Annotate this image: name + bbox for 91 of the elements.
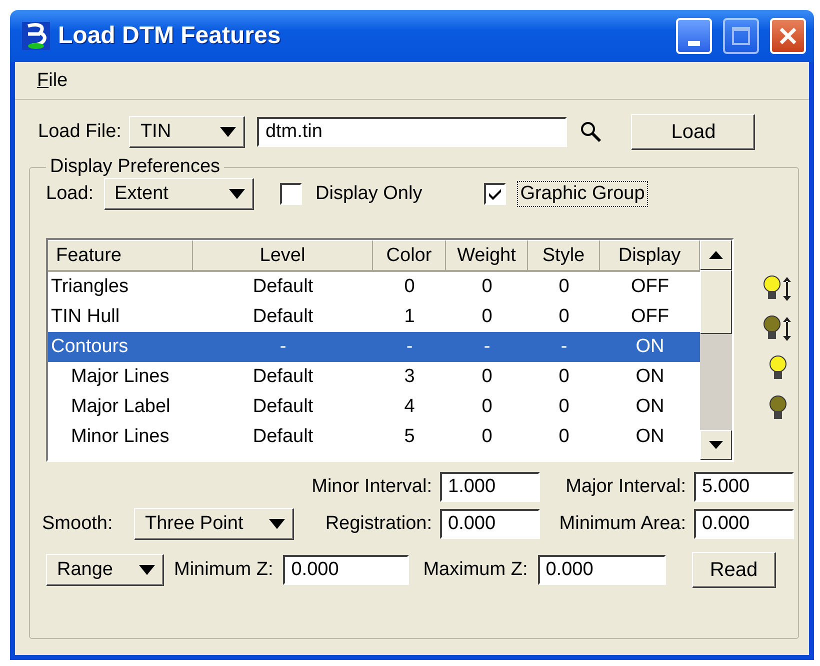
checkbox-label: Graphic Group	[518, 182, 647, 206]
table-cell-text: Default	[252, 276, 314, 298]
window-title: Load DTM Features	[58, 22, 282, 50]
search-icon[interactable]	[579, 120, 604, 144]
load-file-label: Load File:	[38, 121, 122, 143]
table-cell-text: Major Label	[70, 396, 172, 418]
table-cell-text: Default	[252, 396, 314, 418]
table-cell-text: OFF	[630, 306, 670, 328]
maximum-z-field[interactable]: 0.000	[538, 555, 666, 585]
checkmark-icon	[488, 187, 502, 201]
table-cell-text: OFF	[630, 276, 670, 298]
column-header[interactable]: Level	[193, 240, 373, 272]
table-cell-text: ON	[634, 336, 666, 358]
column-header[interactable]: Display	[600, 240, 700, 272]
column-header[interactable]: Weight	[446, 240, 528, 272]
load-label: Load:	[46, 183, 94, 205]
scroll-thumb[interactable]	[700, 270, 732, 334]
minimum-z-field[interactable]: 0.000	[283, 555, 410, 585]
smooth-dropdown[interactable]: Three Point	[134, 508, 294, 540]
table-cell-text: Contours	[50, 336, 130, 358]
table-cell-text: Default	[252, 306, 314, 328]
major-interval-label: Major Interval:	[564, 476, 686, 498]
major-interval-field[interactable]: 5.000	[694, 472, 794, 502]
minor-interval-field[interactable]: 1.000	[440, 472, 540, 502]
minimum-z-label: Minimum Z:	[174, 559, 274, 581]
caret-icon	[228, 189, 245, 199]
maximize-icon	[731, 26, 751, 46]
table-cell-text: -	[482, 336, 492, 358]
table-cell-text: 0	[558, 396, 570, 418]
down-arrow-icon	[709, 441, 723, 449]
table-cell-text: Major Lines	[70, 366, 170, 388]
load-mode-dropdown[interactable]: Extent	[104, 178, 254, 210]
table-cell-text: 0	[558, 426, 570, 448]
column-header[interactable]: Style	[528, 240, 600, 272]
close-button[interactable]	[770, 18, 806, 54]
checkbox-label: Display Only	[314, 182, 424, 206]
registration-field[interactable]: 0.000	[440, 509, 540, 539]
scroll-up-button[interactable]	[700, 240, 732, 270]
table-cell-text: -	[560, 336, 568, 358]
caret-icon	[269, 519, 285, 529]
table-cell-text: -	[405, 336, 414, 358]
table-cell-text: Default	[252, 426, 314, 448]
minimum-area-label: Minimum Area:	[558, 513, 686, 535]
table-cell-text: ON	[634, 396, 666, 418]
table-cell-text: Default	[252, 366, 314, 388]
scroll-down-button[interactable]	[700, 430, 732, 460]
read-button[interactable]: Read	[692, 552, 776, 588]
range-dropdown[interactable]: Range	[46, 554, 164, 586]
menu-item[interactable]: File	[37, 70, 68, 92]
table-cell-text: 0	[558, 366, 570, 388]
registration-label: Registration:	[324, 513, 432, 535]
table-cell-text: 0	[480, 426, 494, 448]
column-header[interactable]: Feature	[48, 240, 193, 272]
table-cell-text: 0	[558, 306, 570, 328]
checkbox[interactable]	[280, 183, 302, 205]
smooth-label: Smooth:	[42, 513, 114, 535]
table-cell-text: 4	[403, 396, 416, 418]
table-cell-text: 0	[480, 396, 494, 418]
caret-icon	[139, 565, 155, 575]
load-button[interactable]: Load	[631, 114, 756, 150]
table-cell-text: 5	[403, 426, 416, 448]
caret-icon	[220, 127, 236, 137]
table-cell-text: ON	[634, 426, 666, 448]
minimum-area-field[interactable]: 0.000	[694, 509, 794, 539]
minimize-icon	[688, 40, 700, 46]
maximize-button[interactable]	[723, 18, 759, 54]
file-path-field[interactable]: dtm.tin	[257, 117, 568, 147]
table-cell-text: TIN Hull	[50, 306, 121, 328]
minor-interval-label: Minor Interval:	[310, 476, 432, 498]
file-type-dropdown[interactable]: TIN	[129, 116, 246, 148]
table-cell-text: 0	[558, 276, 570, 298]
table-cell-text: 3	[403, 366, 416, 388]
table-cell-text: 0	[403, 276, 416, 298]
table-cell-text: Triangles	[50, 276, 130, 298]
table-cell-text: 1	[403, 306, 416, 328]
table-cell-text: 0	[480, 306, 494, 328]
app-logo-icon	[22, 22, 50, 50]
table-cell-text: -	[278, 336, 288, 358]
table-cell-text: 0	[480, 366, 494, 388]
table-cell-text: ON	[634, 366, 666, 388]
table-cell-text: 0	[480, 276, 494, 298]
maximum-z-label: Maximum Z:	[423, 559, 528, 581]
checkbox[interactable]	[484, 183, 506, 205]
scrollbar[interactable]	[700, 240, 732, 460]
column-header[interactable]: Color	[373, 240, 446, 272]
group-title: Display Preferences	[49, 156, 222, 178]
up-arrow-icon	[709, 251, 723, 259]
table-cell-text: Minor Lines	[70, 426, 170, 448]
close-icon	[778, 26, 798, 46]
table-row[interactable]: Contours - - - - ON	[48, 332, 700, 362]
minimize-button[interactable]	[676, 18, 712, 54]
